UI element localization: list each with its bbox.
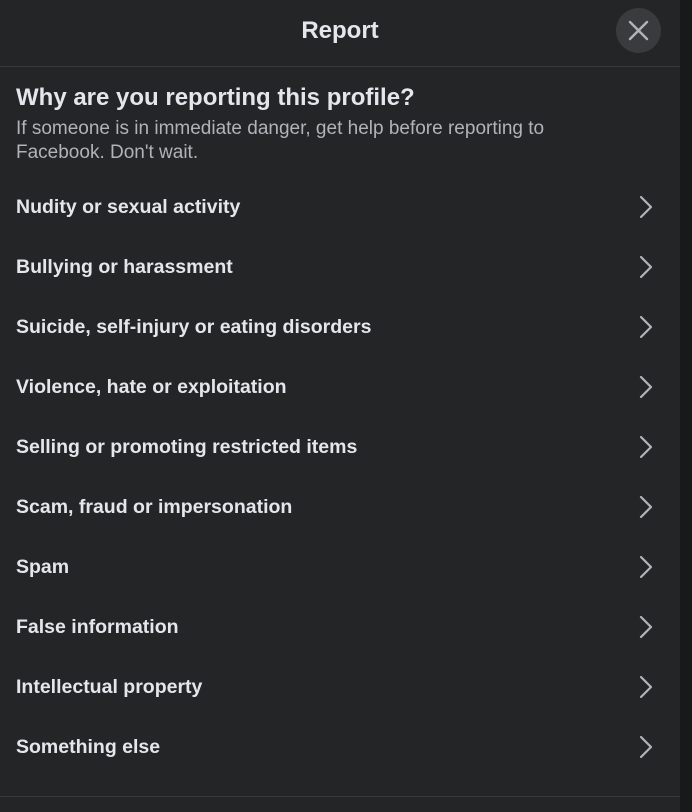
option-something-else[interactable]: Something else [0, 717, 680, 777]
chevron-right-icon [639, 435, 653, 459]
chevron-right-icon [639, 555, 653, 579]
footer-divider [0, 796, 680, 797]
option-suicide-self-injury[interactable]: Suicide, self-injury or eating disorders [0, 297, 680, 357]
chevron-right-icon [639, 735, 653, 759]
dialog-title: Report [301, 17, 379, 44]
background-strip [680, 0, 692, 812]
chevron-right-icon [639, 255, 653, 279]
option-label: Suicide, self-injury or eating disorders [16, 316, 372, 338]
dialog-header: Report [0, 0, 680, 67]
close-button[interactable] [616, 8, 661, 53]
chevron-right-icon [639, 195, 653, 219]
option-bullying[interactable]: Bullying or harassment [0, 237, 680, 297]
option-label: Nudity or sexual activity [16, 196, 241, 218]
option-label: Violence, hate or exploitation [16, 376, 287, 398]
chevron-right-icon [639, 375, 653, 399]
option-label: False information [16, 616, 179, 638]
option-label: Bullying or harassment [16, 256, 233, 278]
chevron-right-icon [639, 675, 653, 699]
option-label: Something else [16, 736, 161, 758]
danger-notice: If someone is in immediate danger, get h… [16, 118, 545, 163]
chevron-right-icon [639, 615, 653, 639]
report-dialog: Report Why are you reporting this profil… [0, 0, 680, 812]
option-nudity[interactable]: Nudity or sexual activity [0, 177, 680, 237]
option-label: Intellectual property [16, 676, 203, 698]
option-false-information[interactable]: False information [0, 597, 680, 657]
option-scam-fraud[interactable]: Scam, fraud or impersonation [0, 477, 680, 537]
chevron-right-icon [639, 315, 653, 339]
report-question: Why are you reporting this profile? [16, 84, 415, 111]
report-options-list: Nudity or sexual activity Bullying or ha… [0, 177, 680, 777]
option-intellectual-property[interactable]: Intellectual property [0, 657, 680, 717]
close-icon [628, 20, 649, 41]
option-restricted-items[interactable]: Selling or promoting restricted items [0, 417, 680, 477]
option-spam[interactable]: Spam [0, 537, 680, 597]
option-label: Spam [16, 556, 70, 578]
chevron-right-icon [639, 495, 653, 519]
option-label: Selling or promoting restricted items [16, 436, 358, 458]
option-violence[interactable]: Violence, hate or exploitation [0, 357, 680, 417]
option-label: Scam, fraud or impersonation [16, 496, 293, 518]
